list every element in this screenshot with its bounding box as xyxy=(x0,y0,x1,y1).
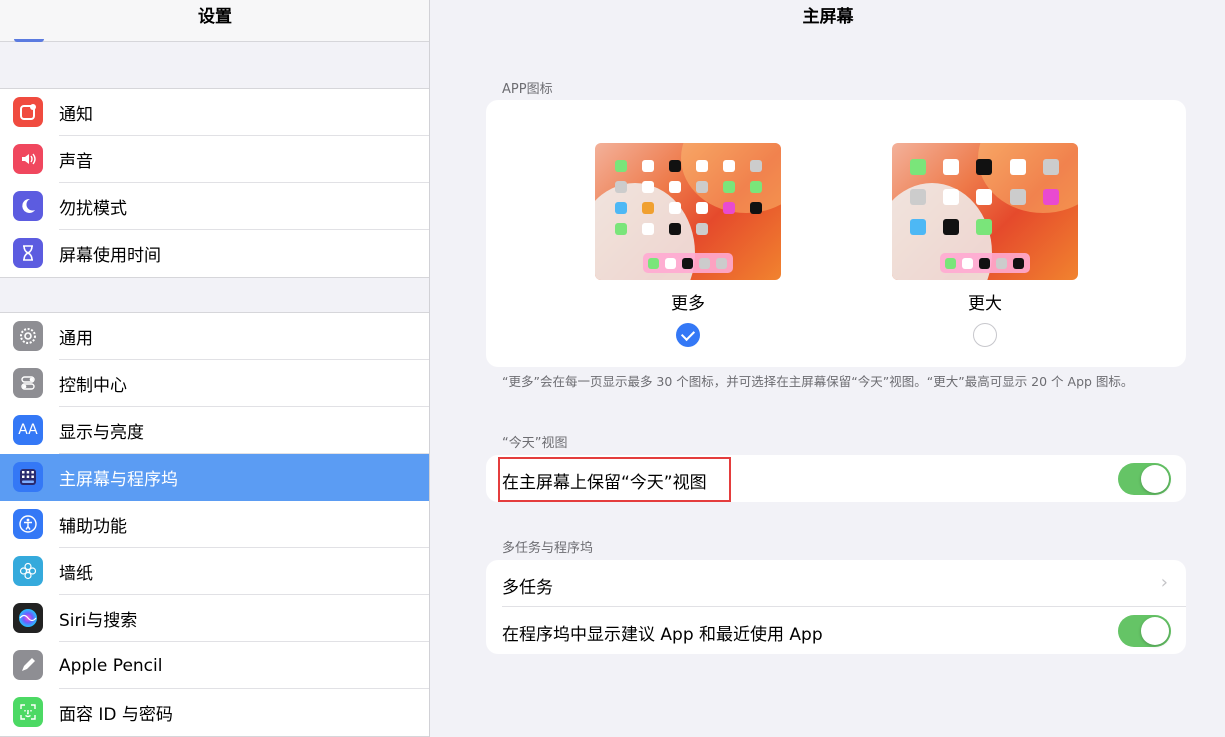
sidebar-group-1: 通知 声音 勿扰模式 屏幕使用时间 xyxy=(0,88,429,278)
multitasking-card: 多任务 › 在程序坞中显示建议 App 和最近使用 App xyxy=(486,560,1186,654)
app-icons-footer-note: “更多”会在每一页显示最多 30 个图标，并可选择在主屏幕保留“今天”视图。“更… xyxy=(502,374,1134,389)
sidebar-item-label: 通用 xyxy=(59,329,93,349)
sidebar-item-display-brightness[interactable]: AA 显示与亮度 xyxy=(0,407,429,454)
sidebar-item-label: 辅助功能 xyxy=(59,517,127,537)
section-label-today-view: “今天”视图 xyxy=(502,436,568,451)
sidebar-item-label: 主屏幕与程序坞 xyxy=(59,470,178,490)
section-label-multitasking: 多任务与程序坞 xyxy=(502,541,594,556)
sidebar-item-sound[interactable]: 声音 xyxy=(0,136,429,183)
app-icon-size-card: 更多 更大 xyxy=(486,100,1186,367)
sidebar-item-label: 通知 xyxy=(59,105,93,125)
annotation-highlight-box xyxy=(498,457,731,502)
preview-bigger-image xyxy=(892,143,1078,280)
sidebar-item-apple-pencil[interactable]: Apple Pencil xyxy=(0,642,429,689)
gear-icon xyxy=(13,321,43,351)
toggles-icon xyxy=(13,368,43,398)
settings-sidebar: 设置 通知 声音 勿扰模式 屏幕使用时间 通用 控制中心 AA 显示与亮度 主屏… xyxy=(0,0,430,737)
home-screen-icon xyxy=(13,462,43,492)
face-id-icon xyxy=(13,697,43,727)
page-title: 主屏幕 xyxy=(802,7,854,27)
hourglass-icon xyxy=(13,238,43,268)
sidebar-item-label: 控制中心 xyxy=(59,376,127,396)
scrolled-item-peek xyxy=(14,39,44,42)
sidebar-item-label: 声音 xyxy=(59,152,93,172)
siri-icon xyxy=(13,603,43,633)
sidebar-item-general[interactable]: 通用 xyxy=(0,313,429,360)
sidebar-item-screen-time[interactable]: 屏幕使用时间 xyxy=(0,230,429,277)
sidebar-group-2: 通用 控制中心 AA 显示与亮度 主屏幕与程序坞 辅助功能 墙纸 Siri与搜索… xyxy=(0,312,429,737)
sidebar-item-label: 墙纸 xyxy=(59,564,93,584)
notifications-icon xyxy=(13,97,43,127)
section-label-app-icons: APP图标 xyxy=(502,82,553,97)
dock-suggestions-toggle[interactable] xyxy=(1118,615,1171,647)
sidebar-item-notifications[interactable]: 通知 xyxy=(0,89,429,136)
sidebar-item-label: Apple Pencil xyxy=(59,655,163,676)
moon-icon xyxy=(13,191,43,221)
sidebar-item-face-id-passcode[interactable]: 面容 ID 与密码 xyxy=(0,689,429,736)
option-more-label: 更多 xyxy=(671,294,705,314)
preview-more-image xyxy=(595,143,781,280)
sidebar-item-label: 面容 ID 与密码 xyxy=(59,705,173,725)
sidebar-title-text: 设置 xyxy=(198,7,232,27)
sidebar-item-accessibility[interactable]: 辅助功能 xyxy=(0,501,429,548)
sound-icon xyxy=(13,144,43,174)
sidebar-item-home-screen-dock[interactable]: 主屏幕与程序坞 xyxy=(0,454,429,501)
sidebar-item-siri-search[interactable]: Siri与搜索 xyxy=(0,595,429,642)
sidebar-title: 设置 xyxy=(0,0,429,42)
text-size-icon: AA xyxy=(13,415,43,445)
pencil-icon xyxy=(13,650,43,680)
option-bigger-radio[interactable] xyxy=(973,323,997,347)
option-more-radio[interactable] xyxy=(676,323,700,347)
dock-suggestions-row: 在程序坞中显示建议 App 和最近使用 App xyxy=(486,607,1186,654)
option-bigger-label: 更大 xyxy=(968,294,1002,314)
sidebar-item-control-center[interactable]: 控制中心 xyxy=(0,360,429,407)
flower-icon xyxy=(13,556,43,586)
detail-pane: 主屏幕 APP图标 更多 更大 “更多”会在每一页显示最多 30 个图标，并可选… xyxy=(431,0,1225,737)
multitasking-label: 多任务 xyxy=(502,578,553,598)
sidebar-item-do-not-disturb[interactable]: 勿扰模式 xyxy=(0,183,429,230)
sidebar-item-label: 显示与亮度 xyxy=(59,423,144,443)
accessibility-icon xyxy=(13,509,43,539)
sidebar-item-label: 勿扰模式 xyxy=(59,199,127,219)
chevron-right-icon: › xyxy=(1160,572,1168,593)
multitasking-row[interactable]: 多任务 › xyxy=(486,560,1186,607)
sidebar-item-wallpaper[interactable]: 墙纸 xyxy=(0,548,429,595)
dock-suggestions-label: 在程序坞中显示建议 App 和最近使用 App xyxy=(502,625,823,645)
sidebar-item-label: 屏幕使用时间 xyxy=(59,246,161,266)
keep-today-view-toggle[interactable] xyxy=(1118,463,1171,495)
sidebar-item-label: Siri与搜索 xyxy=(59,611,138,631)
